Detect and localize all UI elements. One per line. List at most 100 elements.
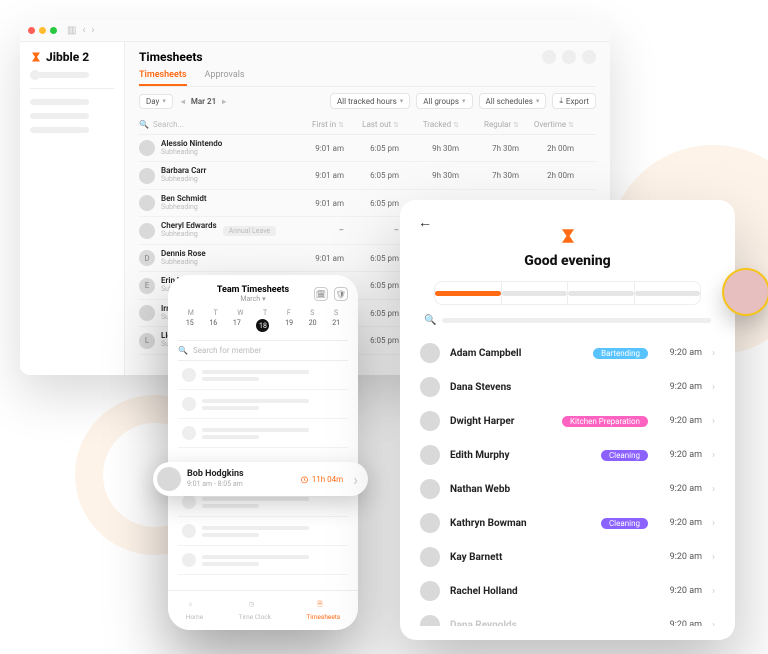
tab-timesheets[interactable]: Timesheets	[139, 70, 187, 86]
tab-home[interactable]: ⌂ Home	[186, 600, 204, 621]
cell-last-out: 6:05 pm	[344, 171, 399, 180]
list-item[interactable]	[178, 361, 348, 390]
list-item[interactable]: Adam Campbell Bartending 9:20 am ›	[418, 336, 717, 370]
cell-overtime: 2h 00m	[519, 171, 574, 180]
cell-first-in: –	[289, 226, 344, 235]
export-button[interactable]: ⤓ Export	[552, 93, 596, 109]
person-sub: Subheading	[161, 259, 206, 267]
cell-regular: 7h 30m	[459, 144, 519, 153]
segment[interactable]	[568, 282, 635, 304]
sidebar-toggle-icon[interactable]: ▥	[67, 25, 76, 36]
header-actions	[542, 50, 596, 64]
list-item[interactable]: Kathryn Bowman Cleaning 9:20 am ›	[418, 506, 717, 540]
shield-icon[interactable]: 🛡	[334, 287, 348, 301]
list-item[interactable]: Rachel Holland 9:20 am ›	[418, 574, 717, 608]
sidebar-item[interactable]	[30, 72, 89, 78]
avatar: E	[139, 278, 155, 294]
list-item[interactable]	[178, 546, 348, 575]
day[interactable]: 16	[209, 319, 217, 332]
cell-last-out: 6:05 pm	[344, 199, 399, 208]
table-row[interactable]: Alessio Nintendo Subheading 9:01 am 6:05…	[139, 135, 596, 162]
timesheet-icon: 🗎	[317, 600, 329, 612]
page-title: Timesheets	[139, 50, 203, 64]
avatar	[420, 479, 440, 499]
col-last-out[interactable]: Last out⇅	[344, 120, 399, 129]
header-action[interactable]	[562, 50, 576, 64]
cell-regular: 7h 30m	[459, 171, 519, 180]
time-label: 9:20 am	[658, 620, 702, 626]
header-action[interactable]	[582, 50, 596, 64]
col-tracked[interactable]: Tracked⇅	[399, 120, 459, 129]
cell-first-in: 9:01 am	[289, 254, 344, 263]
popout-times: 9:01 am - 8:05 am	[187, 480, 244, 488]
table-row[interactable]: Barbara Carr Subheading 9:01 am 6:05 pm …	[139, 162, 596, 189]
clock-icon: ◷	[249, 600, 261, 612]
search-input[interactable]: 🔍	[418, 315, 717, 336]
tab-approvals[interactable]: Approvals	[205, 70, 245, 86]
segment[interactable]	[635, 282, 701, 304]
tab-timeclock[interactable]: ◷ Time Clock	[239, 600, 271, 621]
tab-clock-label: Time Clock	[239, 613, 271, 621]
segment[interactable]	[435, 282, 502, 304]
day[interactable]: 15	[186, 319, 194, 332]
col-overtime[interactable]: Overtime⇅	[519, 120, 574, 129]
calendar-icon[interactable]: 🗓	[314, 287, 328, 301]
search-input[interactable]: 🔍 Search...	[139, 120, 289, 129]
next-day-icon[interactable]: ▸	[222, 97, 226, 106]
list-item[interactable]: Edith Murphy Cleaning 9:20 am ›	[418, 438, 717, 472]
list-item[interactable]	[178, 419, 348, 448]
col-first-in[interactable]: First in⇅	[289, 120, 344, 129]
cell-last-out: –	[344, 226, 399, 235]
back-icon[interactable]: ‹	[82, 25, 85, 36]
day[interactable]: 17	[233, 319, 241, 332]
day[interactable]: 19	[285, 319, 293, 332]
greeting: Good evening	[418, 253, 717, 269]
forward-icon[interactable]: ›	[91, 25, 94, 36]
tablet-mock: ← Good evening 🔍 Adam Campbell Bartendin…	[400, 200, 735, 640]
days-row: 15 16 17 18 19 20 21	[178, 319, 348, 332]
month-selector[interactable]: March▾	[192, 295, 314, 303]
member-search[interactable]: 🔍 Search for member	[178, 340, 348, 361]
cell-first-in: 9:01 am	[289, 171, 344, 180]
list-item[interactable]	[178, 517, 348, 546]
day[interactable]: 18	[256, 319, 269, 332]
list-item[interactable]: Dana Reynolds 9:20 am ›	[418, 608, 717, 626]
list-item[interactable]: Dana Stevens 9:20 am ›	[418, 370, 717, 404]
chevron-right-icon: ›	[712, 484, 715, 495]
period-selector[interactable]: Day	[139, 94, 173, 109]
filter-groups[interactable]: All groups	[416, 93, 472, 109]
list-item[interactable]: Kay Barnett 9:20 am ›	[418, 540, 717, 574]
avatar	[420, 377, 440, 397]
filter-schedules[interactable]: All schedules	[479, 93, 547, 109]
minimize-light[interactable]	[39, 27, 46, 34]
sidebar-item[interactable]	[30, 99, 89, 105]
list-item[interactable]: Dwight Harper Kitchen Preparation 9:20 a…	[418, 404, 717, 438]
leave-badge: Annual Leave	[223, 226, 277, 236]
filter-hours[interactable]: All tracked hours	[330, 93, 410, 109]
person-name: Edith Murphy	[450, 450, 591, 461]
col-regular[interactable]: Regular⇅	[459, 120, 519, 129]
day[interactable]: 20	[309, 319, 317, 332]
tab-timesheets[interactable]: 🗎 Timesheets	[306, 600, 340, 621]
cell-first-in: 9:01 am	[289, 144, 344, 153]
prev-day-icon[interactable]: ◂	[181, 97, 185, 106]
segment[interactable]	[502, 282, 569, 304]
zoom-light[interactable]	[50, 27, 57, 34]
header-action[interactable]	[542, 50, 556, 64]
window-nav: ▥ ‹ ›	[67, 25, 94, 36]
close-light[interactable]	[28, 27, 35, 34]
member-popout[interactable]: Bob Hodgkins 9:01 am - 8:05 am 11h 04m ›	[153, 462, 368, 496]
cell-tracked: 9h 30m	[399, 144, 459, 153]
phone-tabbar: ⌂ Home ◷ Time Clock 🗎 Timesheets	[168, 590, 358, 630]
time-label: 9:20 am	[658, 416, 702, 426]
chevron-right-icon: ›	[353, 470, 358, 489]
day[interactable]: 21	[332, 319, 340, 332]
sidebar-item[interactable]	[30, 127, 89, 133]
cell-tracked: 9h 30m	[399, 171, 459, 180]
sidebar-item[interactable]	[30, 113, 89, 119]
list-item[interactable]	[178, 390, 348, 419]
list-item[interactable]: Nathan Webb 9:20 am ›	[418, 472, 717, 506]
search-icon: 🔍	[178, 346, 188, 355]
brand[interactable]: Jibble 2	[30, 50, 114, 64]
floating-avatar[interactable]	[722, 268, 768, 316]
